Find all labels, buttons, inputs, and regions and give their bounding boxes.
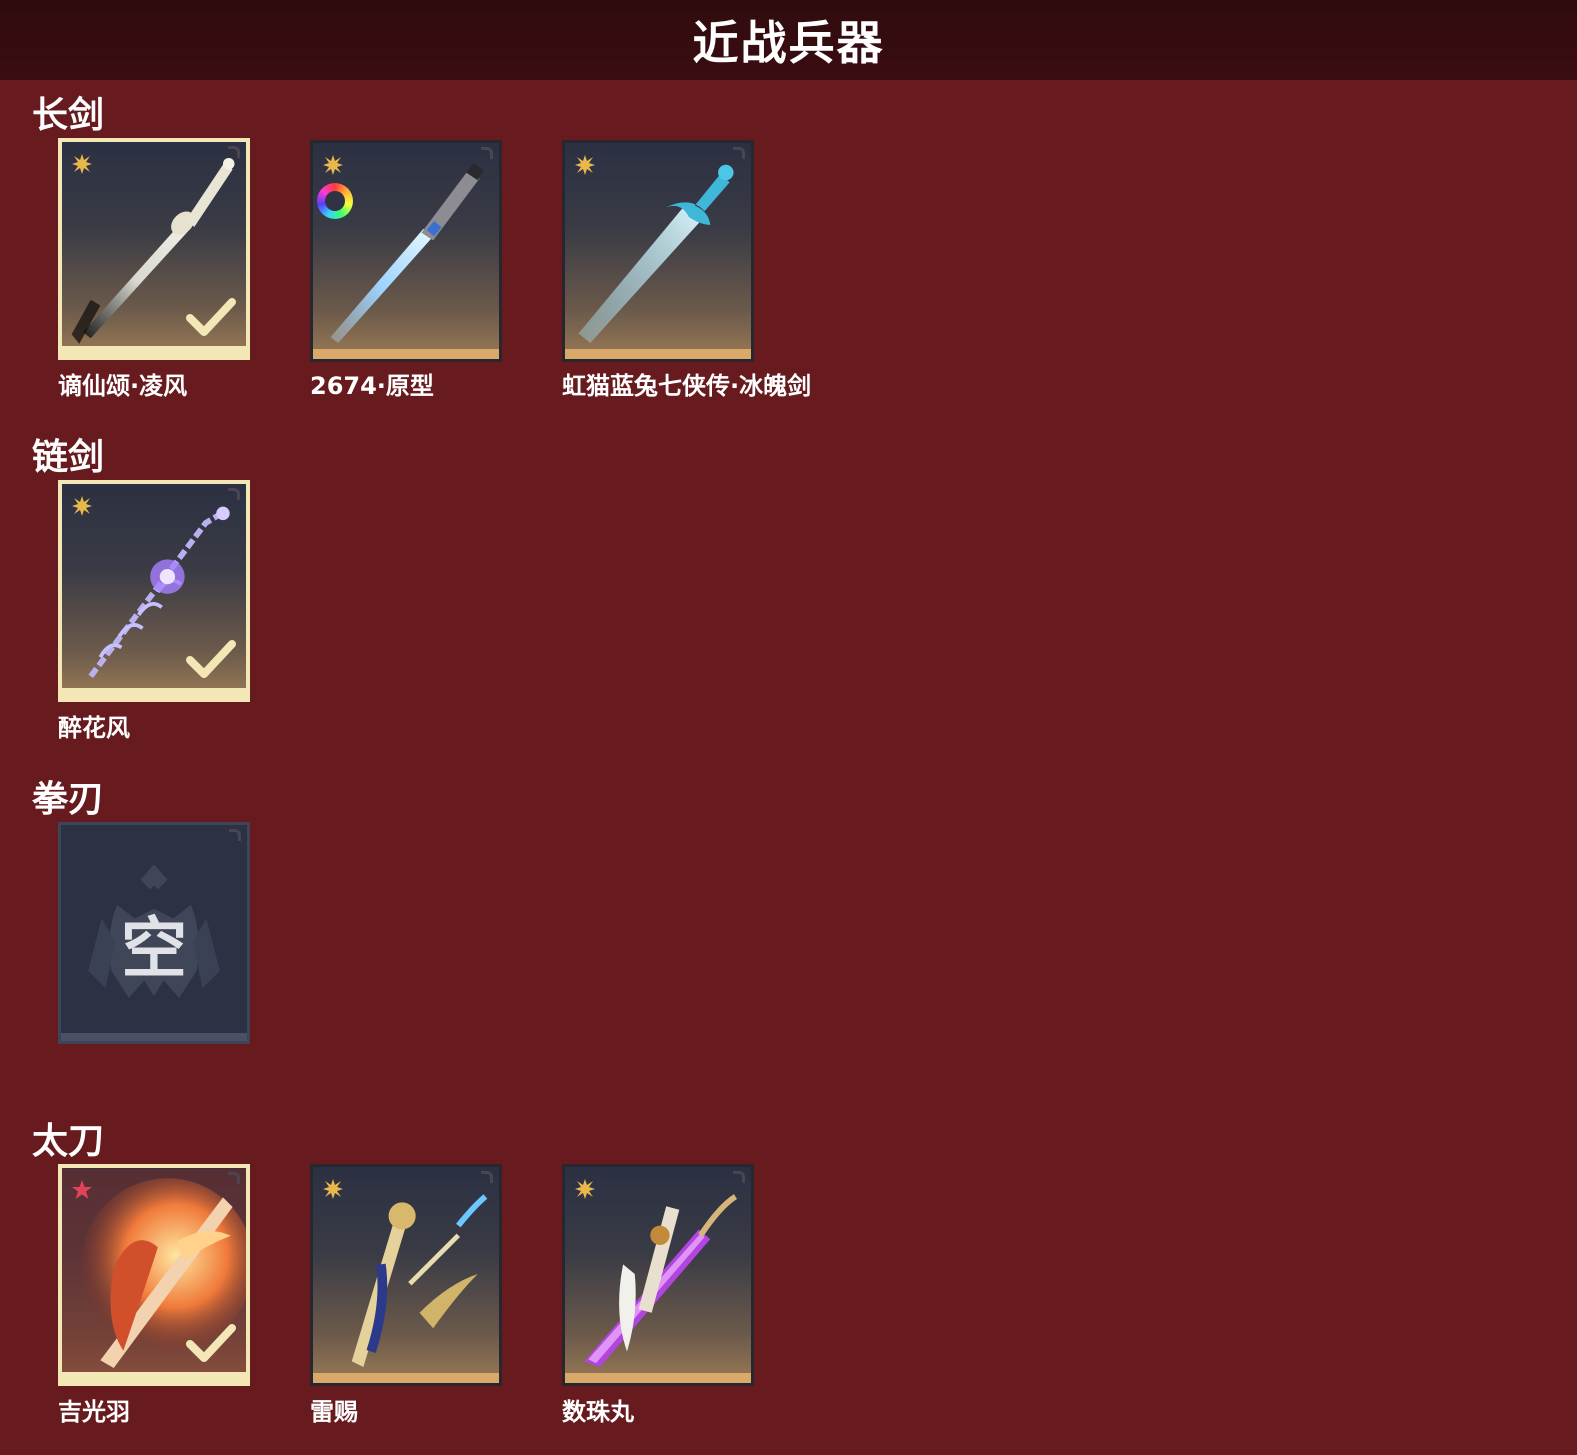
gold-rarity-icon xyxy=(323,1179,343,1199)
corner-icon xyxy=(481,147,493,159)
weapon-name: 雷赐 xyxy=(310,1398,358,1426)
card-bottom-bar xyxy=(62,688,246,698)
card-bottom-bar xyxy=(61,1033,247,1041)
page-header: 近战兵器 xyxy=(0,0,1577,80)
section-title-fistblade: 拳刃 xyxy=(32,779,105,820)
weapon-card-zuihuafeng[interactable] xyxy=(58,480,250,702)
corner-icon xyxy=(229,829,241,841)
corner-icon xyxy=(481,1171,493,1183)
weapon-card-jiguangyu[interactable] xyxy=(58,1164,250,1386)
weapon-name: 2674·原型 xyxy=(310,372,434,400)
card-bottom-bar xyxy=(62,346,246,356)
weapon-name: 醉花风 xyxy=(58,714,130,742)
empty-slot-label: 空 xyxy=(121,910,187,987)
gold-rarity-icon xyxy=(72,154,92,174)
check-icon xyxy=(186,640,236,678)
weapon-name: 谪仙颂·凌风 xyxy=(58,372,188,400)
weapon-card-2674[interactable] xyxy=(310,140,502,362)
card-bottom-bar xyxy=(62,1372,246,1382)
gold-rarity-icon xyxy=(72,496,92,516)
corner-icon xyxy=(228,488,240,500)
gold-rarity-icon xyxy=(575,155,595,175)
gold-rarity-icon xyxy=(575,1179,595,1199)
weapon-card-bingpojian[interactable] xyxy=(562,140,754,362)
red-rarity-icon xyxy=(72,1180,92,1199)
card-bottom-bar xyxy=(313,1373,499,1383)
corner-icon xyxy=(228,1172,240,1184)
gold-rarity-icon xyxy=(323,155,343,175)
check-icon xyxy=(186,1324,236,1362)
weapon-card-dixiansong[interactable] xyxy=(58,138,250,360)
card-bottom-bar xyxy=(313,349,499,359)
corner-icon xyxy=(228,146,240,158)
section-title-tachi: 太刀 xyxy=(32,1121,105,1162)
check-icon xyxy=(186,298,236,336)
page-title: 近战兵器 xyxy=(692,16,885,70)
empty-weapon-slot[interactable]: 空 xyxy=(58,822,250,1044)
weapon-name: 吉光羽 xyxy=(58,1398,130,1426)
section-title-chainsword: 链剑 xyxy=(32,437,105,478)
card-bottom-bar xyxy=(565,349,751,359)
corner-icon xyxy=(733,1171,745,1183)
corner-icon xyxy=(733,147,745,159)
color-variant-icon xyxy=(317,183,353,219)
card-bottom-bar xyxy=(565,1373,751,1383)
weapon-name: 虹猫蓝兔七侠传·冰魄剑 xyxy=(562,372,812,400)
weapon-name: 数珠丸 xyxy=(562,1398,634,1426)
weapon-card-shuzhuwan[interactable] xyxy=(562,1164,754,1386)
weapon-card-leici[interactable] xyxy=(310,1164,502,1386)
section-title-longsword: 长剑 xyxy=(32,95,105,136)
